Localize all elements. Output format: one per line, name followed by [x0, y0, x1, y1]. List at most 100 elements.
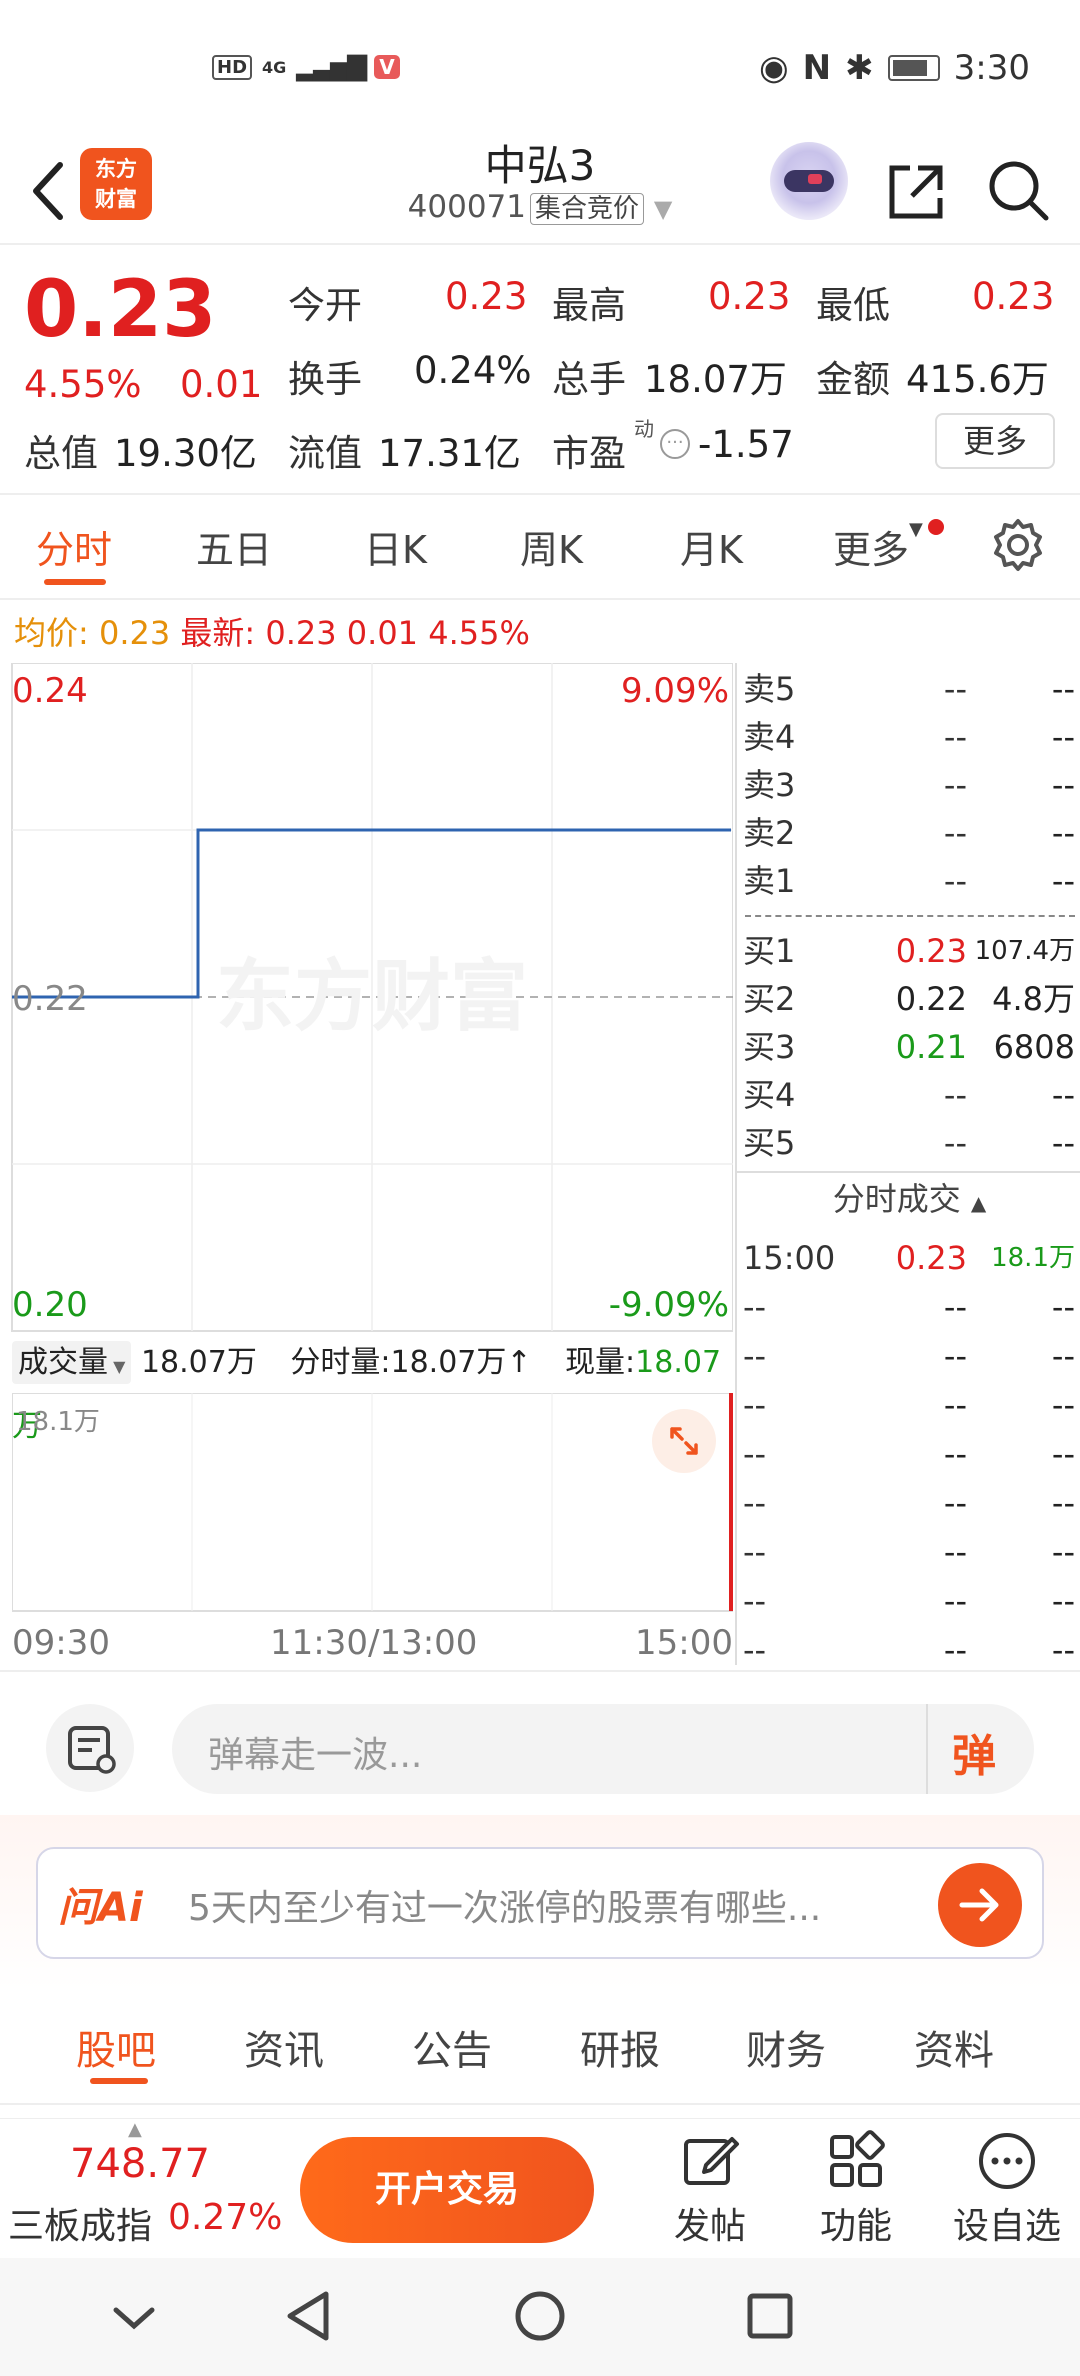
tab-intraday[interactable]: 分时	[36, 519, 112, 574]
time-axis: 09:30 11:30/13:00 15:00	[12, 1615, 733, 1665]
search-icon[interactable]	[986, 158, 1052, 228]
tick-row: -- -- --	[743, 1332, 1075, 1380]
hd-icon: HD	[212, 54, 253, 80]
sell-row[interactable]: 卖2 -- --	[743, 809, 1075, 857]
status-bar: HD 4G ▂▃▅▇ V ◉ N ✱ 3:30	[0, 0, 1080, 130]
tab-announcements[interactable]: 公告	[412, 2018, 492, 2076]
sell-label: 卖4	[743, 718, 796, 756]
index-name: 三板成指	[8, 2206, 153, 2247]
caret-up-icon: ▲	[128, 2119, 142, 2140]
nav-home-icon[interactable]	[512, 2288, 568, 2348]
volume-total: 18.07万	[140, 1345, 257, 1380]
settings-gear-icon[interactable]	[990, 517, 1046, 577]
sell-row[interactable]: 卖3 -- --	[743, 761, 1075, 809]
add-watchlist-label: 设自选	[952, 2206, 1061, 2247]
mktcap-value: 19.30亿	[114, 432, 257, 475]
mktcap-label: 总值	[24, 432, 98, 475]
pe-label: 市盈	[552, 432, 626, 475]
volume-selector[interactable]: 成交量 ▼	[12, 1341, 132, 1384]
tick-row: -- -- --	[743, 1528, 1075, 1576]
tick-time: --	[743, 1631, 767, 1669]
ai-robot-avatar[interactable]	[770, 142, 848, 220]
functions-button[interactable]: 功能	[806, 2129, 906, 2255]
sell-row[interactable]: 卖1 -- --	[743, 857, 1075, 905]
index-ticker[interactable]: ▲ 748.77 三板成指 0.27%	[0, 2119, 282, 2259]
tick-price: --	[943, 1631, 967, 1669]
time-axis-end: 15:00	[635, 1623, 733, 1663]
sell-price: --	[943, 766, 967, 804]
nav-back-icon[interactable]	[282, 2288, 338, 2348]
nav-collapse-icon[interactable]	[108, 2292, 160, 2348]
chart-top-price: 0.24	[12, 671, 88, 711]
ask-ai-prompt: 5天内至少有过一次涨停的股票有哪些...	[188, 1888, 822, 1929]
buy-label: 买3	[743, 1028, 796, 1066]
caret-up-icon: ▲	[970, 1191, 987, 1215]
edit-icon	[684, 2137, 739, 2185]
tab-month-k[interactable]: 月K	[680, 519, 743, 574]
tick-row: 15:00 0.23 18.1万	[743, 1234, 1075, 1282]
add-watchlist-button[interactable]: 设自选	[942, 2129, 1072, 2255]
tab-news[interactable]: 资讯	[244, 2018, 324, 2076]
sell-row[interactable]: 卖4 -- --	[743, 713, 1075, 761]
buy-label: 买5	[743, 1124, 796, 1162]
expand-icon[interactable]	[652, 1409, 716, 1473]
stock-code: 400071	[407, 189, 526, 225]
buy-row[interactable]: 买1 0.23 107.4万	[743, 927, 1075, 975]
tab-finance[interactable]: 财务	[746, 2018, 826, 2076]
more-button[interactable]: 更多	[935, 413, 1055, 469]
arrow-right-icon[interactable]	[938, 1863, 1022, 1947]
sell-label: 卖1	[743, 862, 796, 900]
tick-row: -- -- --	[743, 1381, 1075, 1429]
tab-week-k[interactable]: 周K	[520, 519, 583, 574]
network-label: 4G	[262, 57, 287, 77]
watermark-text: 东方财富	[216, 952, 528, 1040]
last-price: 0.23	[24, 265, 217, 355]
nfc-icon: N	[802, 48, 832, 88]
v-app-icon: V	[374, 55, 400, 79]
low-value: 0.23	[972, 275, 1055, 318]
danmu-list-icon[interactable]	[46, 1704, 134, 1792]
post-button[interactable]: 发帖	[660, 2129, 760, 2255]
tick-volume: --	[1051, 1484, 1075, 1522]
tick-row: -- -- --	[743, 1479, 1075, 1527]
buy-row[interactable]: 买3 0.21 6808	[743, 1023, 1075, 1071]
sell-label: 卖3	[743, 766, 796, 804]
intraday-chart[interactable]: 东方财富 0.24 9.09% 0.22 0.20 -9.09%	[0, 663, 733, 1333]
sell-price: --	[943, 862, 967, 900]
quote-panel: 0.23 4.55% 0.01 今开 0.23 最高 0.23 最低 0.23 …	[0, 245, 1080, 495]
tick-price: --	[943, 1386, 967, 1424]
buy-row[interactable]: 买2 0.22 4.8万	[743, 975, 1075, 1023]
open-account-button[interactable]: 开户交易	[300, 2137, 594, 2243]
danmu-bar: 弹幕走一波... 弹	[0, 1670, 1080, 1820]
tab-day-k[interactable]: 日K	[364, 519, 427, 574]
ask-ai-section: 问Ai 5天内至少有过一次涨停的股票有哪些...	[0, 1815, 1080, 1990]
tick-price: --	[943, 1288, 967, 1326]
share-icon[interactable]	[884, 160, 948, 228]
buy-row[interactable]: 买5 -- --	[743, 1119, 1075, 1167]
chart-top-pct: 9.09%	[620, 671, 729, 711]
tab-profile[interactable]: 资料	[914, 2018, 994, 2076]
amount-value: 415.6万	[906, 358, 1049, 401]
tab-more[interactable]: 更多▼	[833, 519, 923, 574]
index-value: 748.77	[70, 2141, 210, 2187]
ticks-divider	[737, 1171, 1080, 1173]
tab-research[interactable]: 研报	[580, 2018, 660, 2076]
sell-row[interactable]: 卖5 -- --	[743, 665, 1075, 713]
ask-ai-box[interactable]: 问Ai 5天内至少有过一次涨停的股票有哪些...	[36, 1847, 1044, 1959]
info-dots-icon[interactable]: ···	[660, 429, 690, 459]
nav-recents-icon[interactable]	[742, 2288, 798, 2348]
high-value: 0.23	[708, 275, 791, 318]
buy-volume: --	[1051, 1076, 1075, 1114]
tab-five-day[interactable]: 五日	[196, 519, 272, 574]
tab-guba[interactable]: 股吧	[76, 2018, 156, 2076]
danmu-send-button[interactable]: 弹	[952, 1720, 996, 1784]
ticks-title-row[interactable]: 分时成交 ▲	[737, 1174, 1080, 1220]
fs-volume-value: 18.07万	[390, 1345, 507, 1380]
ticks-panel: 分时成交 ▲ 15:00 0.23 18.1万 -- -- -- -- -- -- -- -- -- -…	[735, 1180, 1080, 1669]
tick-volume: --	[1051, 1631, 1075, 1669]
sell-volume: --	[1051, 766, 1075, 804]
pe-dynamic-mark: 动	[634, 417, 654, 441]
bluetooth-icon: ✱	[845, 48, 874, 88]
danmu-input[interactable]: 弹幕走一波... 弹	[172, 1704, 1034, 1794]
buy-row[interactable]: 买4 -- --	[743, 1071, 1075, 1119]
